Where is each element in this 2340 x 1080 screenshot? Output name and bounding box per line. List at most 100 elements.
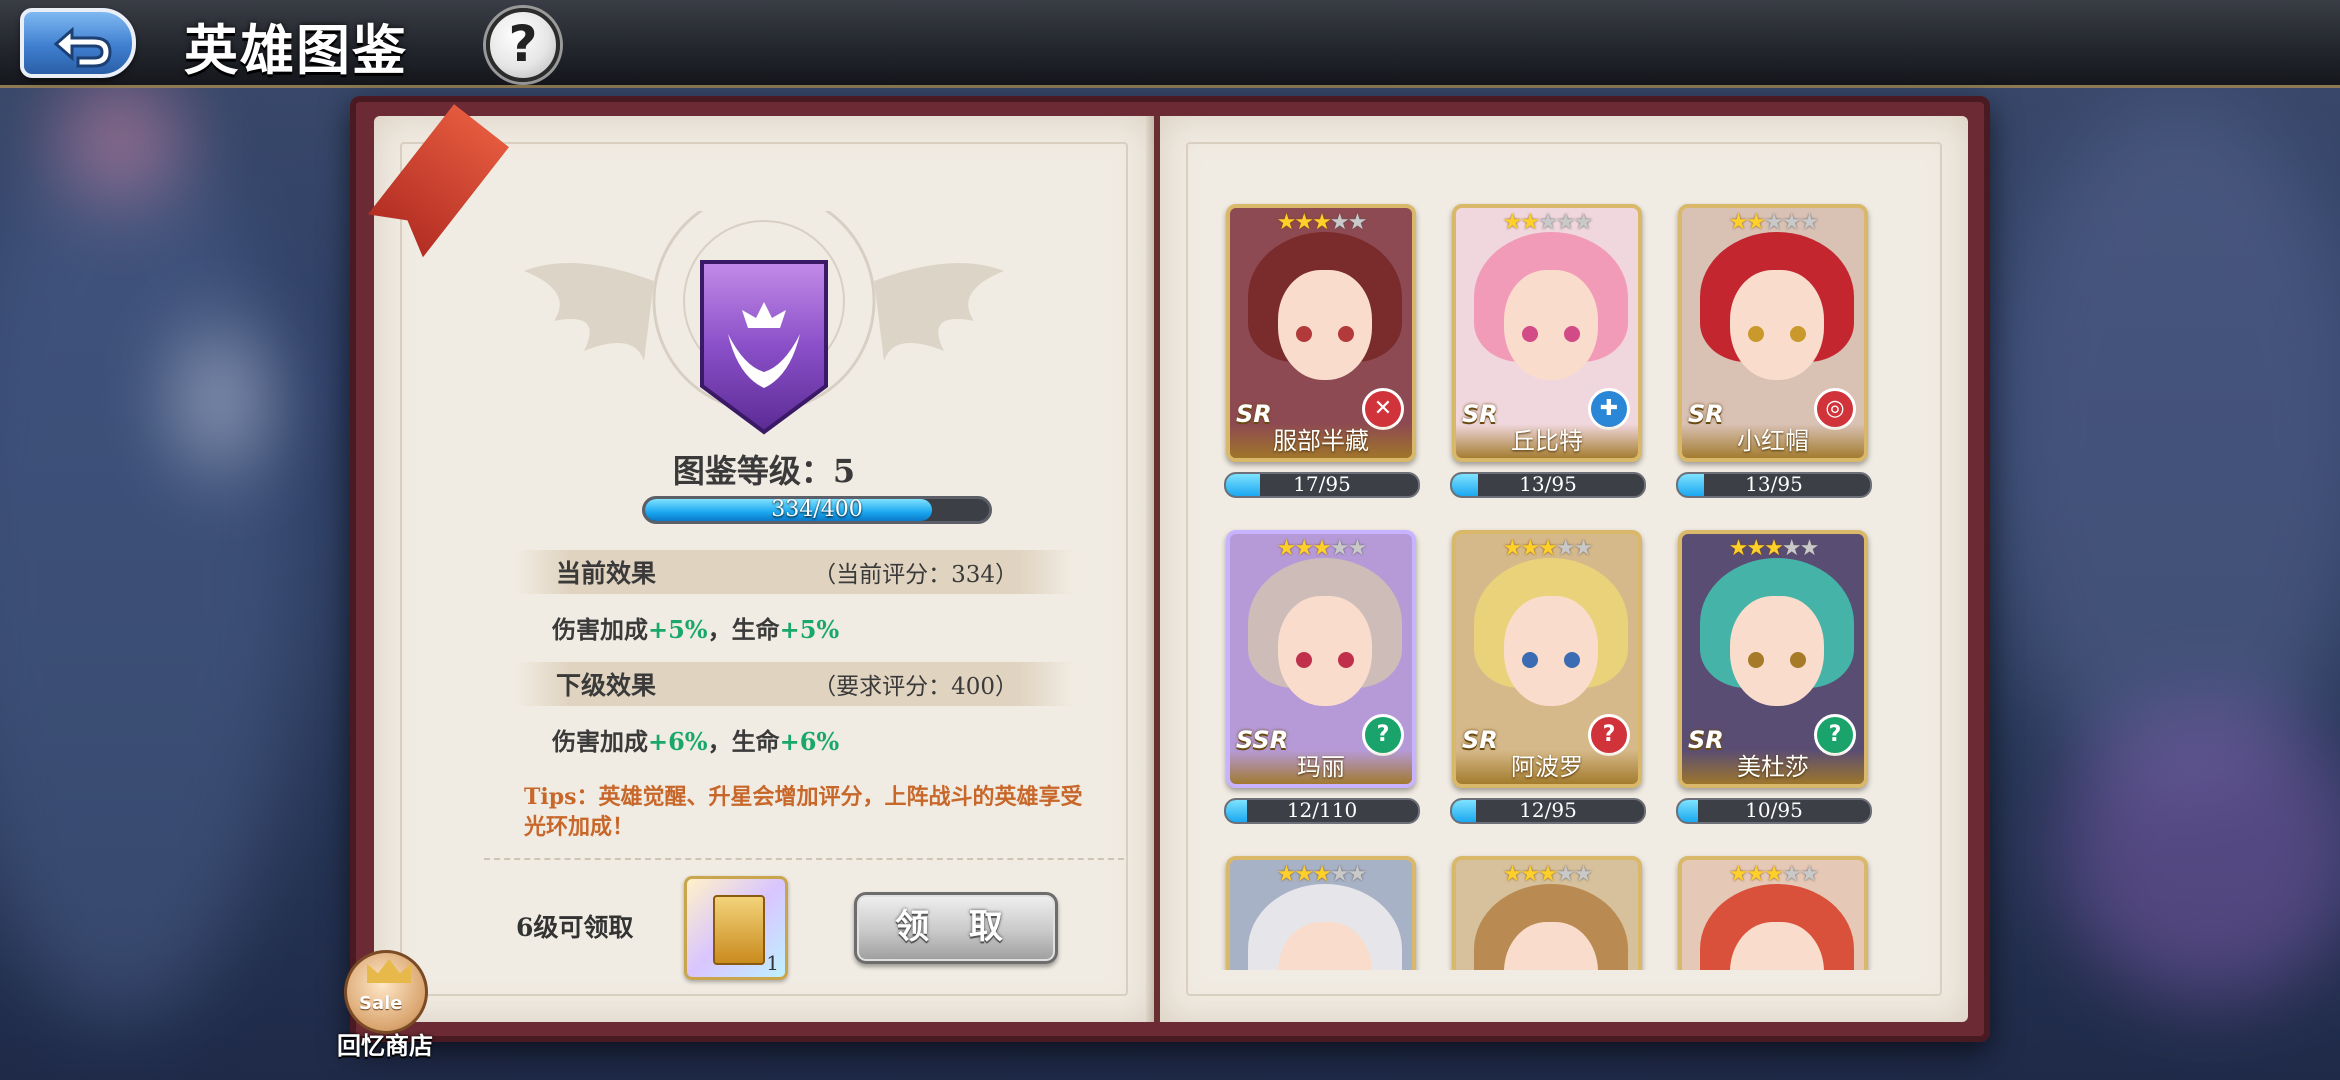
star-icon: ★ [1746,862,1766,887]
star-icon: ★ [1329,210,1350,235]
star-icon: ★ [1764,210,1784,235]
hero-card-item[interactable]: ★★★★★SR? [1452,856,1642,970]
star-icon: ★ [1764,862,1784,887]
star-rating: ★★★★★ [1682,862,1864,887]
star-icon: ★ [1329,536,1350,561]
star-icon: ★ [1520,536,1540,561]
hero-portrait-card[interactable]: ★★★★★ SSR? 玛丽 [1226,530,1416,788]
star-icon: ★ [1781,210,1802,235]
hero-card-item[interactable]: ★★★★★ SR? 阿波罗 12/95 [1450,530,1646,824]
fragment-progress-bar: 17/95 [1224,472,1420,498]
hero-eye [1296,652,1312,668]
hero-portrait-card[interactable]: ★★★★★SR? [1452,856,1642,970]
star-icon: ★ [1538,862,1558,887]
star-icon: ★ [1555,536,1576,561]
star-icon: ★ [1502,536,1523,561]
star-icon: ★ [1347,536,1368,561]
next-effect-text: 伤害加成+6%，生命+6% [552,727,840,756]
fragment-progress-bar: 13/95 [1676,472,1872,498]
hero-portrait-card[interactable]: ★★★★★ SR ✕ 服部半藏 [1226,204,1416,462]
star-rating: ★★★★★ [1682,536,1864,561]
top-bar: 英雄图鉴 ? [0,0,2340,88]
star-icon: ★ [1799,210,1820,235]
fragment-progress-text: 17/95 [1293,472,1351,496]
star-icon: ★ [1520,210,1540,235]
hero-face [1730,270,1824,380]
star-icon: ★ [1329,862,1350,887]
star-icon: ★ [1276,536,1297,561]
star-rating: ★★★★★ [1456,862,1638,887]
star-icon: ★ [1799,862,1820,887]
star-icon: ★ [1728,862,1749,887]
hero-card-item[interactable]: ★★★★★SR? [1226,856,1416,970]
hero-portrait-card[interactable]: ★★★★★SR? [1226,856,1416,970]
reward-label: 6级可领取 [516,913,634,942]
star-icon: ★ [1276,862,1297,887]
help-button[interactable]: ? [486,8,560,82]
fragment-progress-bar: 12/95 [1450,798,1646,824]
fragment-progress-bar: 12/110 [1224,798,1420,824]
hero-eye [1338,652,1354,668]
hero-card-item[interactable]: ★★★★★ SR ✚ 丘比特 13/95 [1450,204,1646,498]
page-title: 英雄图鉴 [184,18,408,82]
memory-shop-button[interactable]: Sale 回忆商店 [330,950,440,1080]
hero-eye [1748,326,1764,342]
star-icon: ★ [1347,862,1368,887]
star-icon: ★ [1294,536,1314,561]
hero-name: 玛丽 [1230,750,1412,784]
star-rating: ★★★★★ [1456,210,1638,235]
star-rating: ★★★★★ [1456,536,1638,561]
star-rating: ★★★★★ [1230,862,1412,887]
back-button[interactable] [20,8,136,78]
star-icon: ★ [1312,862,1332,887]
fragment-progress-bar: 10/95 [1676,798,1872,824]
shop-label: 回忆商店 [337,1031,433,1060]
star-icon: ★ [1294,210,1314,235]
hero-card-item[interactable]: ★★★★★ SSR? 玛丽 12/110 [1224,530,1420,824]
fragment-progress-text: 10/95 [1745,798,1803,822]
hero-portrait-card[interactable]: ★★★★★ SR? 美杜莎 [1678,530,1868,788]
star-rating: ★★★★★ [1230,536,1412,561]
hero-portrait-card[interactable]: ★★★★★ SR ✚ 丘比特 [1452,204,1642,462]
star-icon: ★ [1573,536,1594,561]
hero-name: 美杜莎 [1682,750,1864,784]
fragment-progress-text: 12/110 [1286,798,1358,822]
star-icon: ★ [1781,862,1802,887]
reward-quantity: 1 [766,951,779,975]
fragment-progress-bar: 13/95 [1450,472,1646,498]
current-effect-text: 伤害加成+5%，生命+5% [552,615,840,644]
hero-eye [1296,326,1312,342]
hero-eye [1522,326,1538,342]
star-icon: ★ [1276,210,1297,235]
hero-portrait-card[interactable]: ★★★★★SR? [1678,856,1868,970]
star-icon: ★ [1538,210,1558,235]
sale-text: Sale [359,993,403,1014]
hero-card-item[interactable]: ★★★★★ SR ◎ 小红帽 13/95 [1676,204,1872,498]
hero-name: 小红帽 [1682,424,1864,458]
star-icon: ★ [1728,536,1749,561]
hero-face [1504,270,1598,380]
star-rating: ★★★★★ [1230,210,1412,235]
hero-eye [1790,326,1806,342]
hero-face [1504,596,1598,706]
star-icon: ★ [1502,210,1523,235]
reward-item[interactable]: 1 [684,876,788,980]
hero-eye [1564,326,1580,342]
hero-portrait-card[interactable]: ★★★★★ SR ◎ 小红帽 [1678,204,1868,462]
hero-card-item[interactable]: ★★★★★ SR? 美杜莎 10/95 [1676,530,1872,824]
star-icon: ★ [1347,210,1368,235]
star-rating: ★★★★★ [1682,210,1864,235]
hero-face [1730,596,1824,706]
current-effect-title: 当前效果 [556,559,657,588]
hero-portrait-card[interactable]: ★★★★★ SR? 阿波罗 [1452,530,1642,788]
hero-card-item[interactable]: ★★★★★ SR ✕ 服部半藏 17/95 [1224,204,1420,498]
next-effect-title: 下级效果 [556,671,657,700]
star-icon: ★ [1573,210,1594,235]
hero-card-item[interactable]: ★★★★★SR? [1678,856,1868,970]
shop-badge-icon: Sale [344,950,428,1034]
star-icon: ★ [1520,862,1540,887]
star-icon: ★ [1781,536,1802,561]
star-icon: ★ [1746,536,1766,561]
fragment-progress-text: 13/95 [1745,472,1803,496]
hero-eye [1564,652,1580,668]
